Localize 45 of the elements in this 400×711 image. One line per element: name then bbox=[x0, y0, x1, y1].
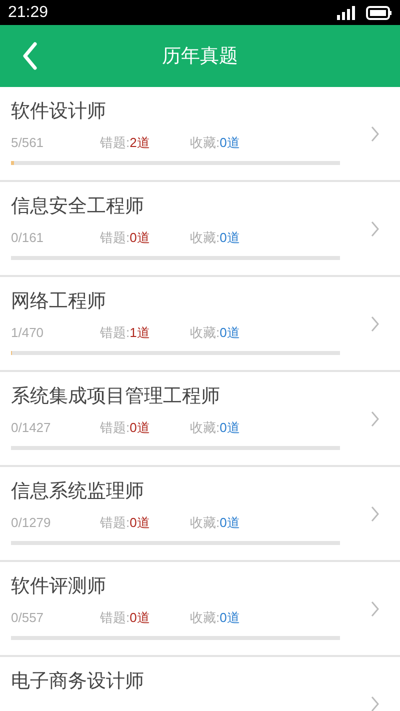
chevron-right-icon bbox=[370, 316, 380, 332]
exam-item[interactable]: 软件设计师 5/561 错题:2道 收藏:0道 bbox=[0, 87, 400, 182]
exam-name: 系统集成项目管理工程师 bbox=[11, 384, 221, 408]
chevron-right-icon bbox=[370, 506, 380, 522]
wrong-count: 错题:0道 bbox=[100, 230, 151, 246]
wrong-count: 错题:0道 bbox=[100, 420, 151, 436]
chevron-right-icon bbox=[370, 220, 380, 236]
progress-count: 0/557 bbox=[11, 610, 45, 626]
favorite-count: 收藏:0道 bbox=[190, 610, 241, 626]
wrong-count: 错题:0道 bbox=[100, 515, 151, 531]
chevron-right-icon bbox=[370, 600, 380, 616]
exam-name: 软件评测师 bbox=[11, 574, 107, 598]
exam-name: 信息安全工程师 bbox=[11, 194, 145, 218]
favorite-count: 收藏:0道 bbox=[190, 420, 241, 436]
favorite-count: 收藏:0道 bbox=[190, 230, 241, 246]
favorite-count: 收藏:0道 bbox=[190, 325, 241, 341]
back-button[interactable] bbox=[20, 40, 40, 72]
favorite-count: 收藏:0道 bbox=[190, 135, 241, 151]
signal-icon bbox=[336, 6, 356, 20]
chevron-right-icon bbox=[370, 410, 380, 426]
exam-item[interactable]: 软件评测师 0/557 错题:0道 收藏:0道 bbox=[0, 562, 400, 657]
progress-count: 1/470 bbox=[11, 325, 45, 341]
progress-count: 0/1427 bbox=[11, 420, 52, 436]
wrong-count: 错题:0道 bbox=[100, 610, 151, 626]
wrong-count: 错题:1道 bbox=[100, 325, 151, 341]
exam-item[interactable]: 系统集成项目管理工程师 0/1427 错题:0道 收藏:0道 bbox=[0, 372, 400, 467]
back-icon bbox=[22, 42, 38, 70]
exam-item[interactable]: 电子商务设计师 bbox=[0, 657, 400, 711]
page-title: 历年真题 bbox=[162, 44, 238, 69]
progress-count: 0/161 bbox=[11, 230, 45, 246]
exam-name: 信息系统监理师 bbox=[11, 479, 145, 503]
exam-item[interactable]: 信息系统监理师 0/1279 错题:0道 收藏:0道 bbox=[0, 467, 400, 562]
progress-count: 5/561 bbox=[11, 135, 45, 151]
exam-item[interactable]: 网络工程师 1/470 错题:1道 收藏:0道 bbox=[0, 277, 400, 372]
progress-count: 0/1279 bbox=[11, 515, 52, 531]
chevron-right-icon bbox=[370, 696, 380, 711]
exam-name: 网络工程师 bbox=[11, 289, 107, 313]
favorite-count: 收藏:0道 bbox=[190, 515, 241, 531]
exam-name: 软件设计师 bbox=[11, 99, 107, 123]
wrong-count: 错题:2道 bbox=[100, 135, 151, 151]
status-time: 21:29 bbox=[8, 4, 48, 22]
exam-item[interactable]: 信息安全工程师 0/161 错题:0道 收藏:0道 bbox=[0, 182, 400, 277]
battery-icon bbox=[366, 6, 392, 20]
chevron-right-icon bbox=[370, 126, 380, 142]
exam-name: 电子商务设计师 bbox=[11, 669, 145, 693]
